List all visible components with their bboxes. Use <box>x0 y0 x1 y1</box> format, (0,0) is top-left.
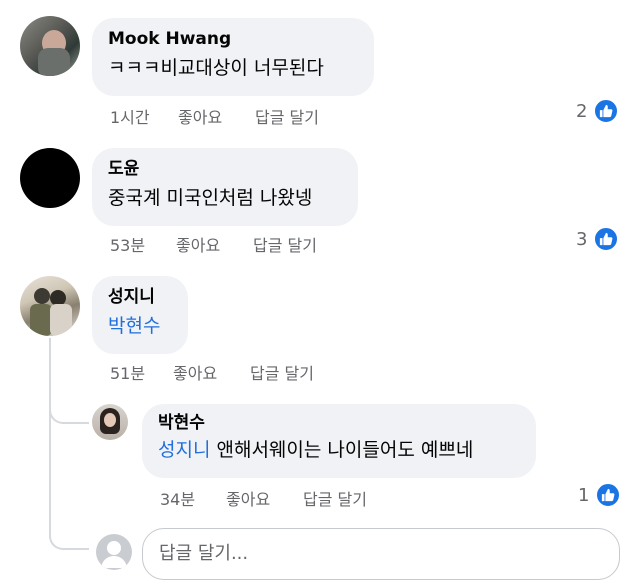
comment-bubble: Mook Hwang ㅋㅋㅋ비교대상이 너무된다 <box>92 18 374 96</box>
comment-time[interactable]: 1시간 <box>110 104 150 128</box>
thread-connector <box>49 396 89 424</box>
reply-bubble: 박현수 성지니 앤해서웨이는 나이들어도 예쁘네 <box>142 404 536 478</box>
reaction-summary[interactable]: 2 <box>576 98 620 124</box>
like-link[interactable]: 좋아요 <box>173 360 217 384</box>
reply-link[interactable]: 답글 달기 <box>303 486 367 510</box>
comment-author[interactable]: Mook Hwang <box>108 28 358 50</box>
like-link[interactable]: 좋아요 <box>178 104 222 128</box>
like-link[interactable]: 좋아요 <box>176 232 220 256</box>
reply-input[interactable]: 답글 달기... <box>142 528 620 580</box>
reaction-summary[interactable]: 1 <box>578 482 622 508</box>
reaction-summary[interactable]: 3 <box>576 226 620 252</box>
reply-link[interactable]: 답글 달기 <box>250 360 314 384</box>
reply-time[interactable]: 34분 <box>160 486 195 510</box>
reply-body: 앤해서웨이는 나이들어도 예쁘네 <box>210 439 474 461</box>
reaction-count: 3 <box>576 228 588 250</box>
reply-text: 성지니 앤해서웨이는 나이들어도 예쁘네 <box>158 436 520 464</box>
mention-link[interactable]: 박현수 <box>108 312 172 340</box>
reply-author[interactable]: 박현수 <box>158 412 520 434</box>
comment-time[interactable]: 51분 <box>110 360 145 384</box>
reply-actions: 34분 좋아요 답글 달기 <box>160 486 400 510</box>
thumbs-up-icon <box>593 226 620 252</box>
reply-link[interactable]: 답글 달기 <box>253 232 317 256</box>
thread-line <box>49 338 51 538</box>
comment-time[interactable]: 53분 <box>110 232 145 256</box>
mention-link[interactable]: 성지니 <box>158 439 210 461</box>
avatar[interactable] <box>92 404 128 440</box>
comment-author[interactable]: 성지니 <box>108 286 172 308</box>
comment-text: ㅋㅋㅋ비교대상이 너무된다 <box>108 57 324 79</box>
comment-author[interactable]: 도윤 <box>108 158 342 180</box>
comment-actions: 53분 좋아요 답글 달기 <box>110 232 350 256</box>
like-link[interactable]: 좋아요 <box>226 486 270 510</box>
reaction-count: 1 <box>578 484 590 506</box>
reaction-count: 2 <box>576 100 588 122</box>
avatar[interactable] <box>20 276 80 336</box>
thumbs-up-icon <box>595 482 622 508</box>
comment-text: 중국계 미국인처럼 나왔넹 <box>108 187 313 209</box>
comment-bubble: 도윤 중국계 미국인처럼 나왔넹 <box>92 148 358 226</box>
comment-actions: 1시간 좋아요 답글 달기 <box>110 104 350 128</box>
user-avatar-icon <box>96 534 132 570</box>
comment-bubble: 성지니 박현수 <box>92 276 188 354</box>
thread-connector <box>49 522 89 550</box>
avatar[interactable] <box>20 16 80 76</box>
thumbs-up-icon <box>593 98 620 124</box>
reply-link[interactable]: 답글 달기 <box>255 104 319 128</box>
comment-actions: 51분 좋아요 답글 달기 <box>110 360 350 384</box>
avatar[interactable] <box>20 148 80 208</box>
reply-input-placeholder: 답글 달기... <box>159 543 249 564</box>
